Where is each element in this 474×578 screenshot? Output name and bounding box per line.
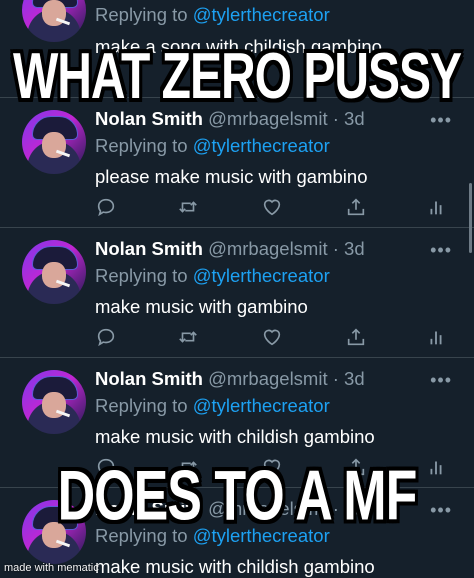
tweet-header: Nolan Smith @mrbagelsmit · 3d — [95, 368, 365, 390]
tweet-text: please make music with gambino — [95, 166, 368, 187]
display-name[interactable]: Nolan Smith — [95, 368, 203, 389]
user-handle[interactable]: @mrbagelsmit — [208, 238, 328, 259]
like-icon[interactable] — [261, 196, 283, 218]
separator: · — [327, 368, 345, 389]
replying-to-label: Replying to — [95, 4, 193, 25]
tweet-text: make music with childish gambino — [95, 426, 375, 447]
tweet-actions — [95, 196, 450, 218]
more-options-icon[interactable]: ••• — [430, 370, 452, 391]
replying-to: Replying to @tylerthecreator — [95, 4, 330, 26]
mention-link[interactable]: @tylerthecreator — [193, 135, 330, 156]
replying-to-label: Replying to — [95, 265, 193, 286]
timestamp[interactable]: 3d — [344, 238, 365, 259]
watermark: made with mematic — [4, 562, 99, 574]
replying-to-label: Replying to — [95, 395, 193, 416]
timestamp[interactable]: 3d — [344, 368, 365, 389]
analytics-icon[interactable] — [425, 196, 447, 218]
tweet-text: make music with childish gambino — [95, 556, 375, 577]
share-icon[interactable] — [345, 326, 367, 348]
avatar[interactable] — [22, 0, 86, 42]
replying-to: Replying to @tylerthecreator — [95, 265, 330, 287]
share-icon[interactable] — [345, 196, 367, 218]
avatar[interactable] — [22, 240, 86, 304]
tweet-actions — [95, 326, 450, 348]
replying-to-label: Replying to — [95, 135, 193, 156]
separator: · — [327, 238, 345, 259]
avatar[interactable] — [22, 370, 86, 434]
like-icon[interactable] — [261, 326, 283, 348]
retweet-icon[interactable] — [177, 196, 199, 218]
retweet-icon[interactable] — [177, 326, 199, 348]
meme-caption-top: WHAT ZERO PUSSY — [12, 41, 462, 113]
analytics-icon[interactable] — [425, 326, 447, 348]
tweet-header: Nolan Smith @mrbagelsmit · 3d — [95, 238, 365, 260]
more-options-icon[interactable]: ••• — [430, 240, 452, 261]
tweet-text: make music with gambino — [95, 296, 308, 317]
mention-link[interactable]: @tylerthecreator — [193, 4, 330, 25]
mention-link[interactable]: @tylerthecreator — [193, 395, 330, 416]
replying-to: Replying to @tylerthecreator — [95, 395, 330, 417]
tweet[interactable]: Nolan Smith @mrbagelsmit · 3d ••• Replyi… — [0, 98, 474, 228]
scrollbar[interactable] — [469, 183, 472, 253]
mention-link[interactable]: @tylerthecreator — [193, 265, 330, 286]
meme-caption-bottom: DOES TO A MF — [57, 457, 418, 536]
user-handle[interactable]: @mrbagelsmit — [208, 368, 328, 389]
replying-to: Replying to @tylerthecreator — [95, 135, 330, 157]
reply-icon[interactable] — [95, 196, 117, 218]
reply-icon[interactable] — [95, 326, 117, 348]
tweet[interactable]: Nolan Smith @mrbagelsmit · 3d ••• Replyi… — [0, 228, 474, 358]
display-name[interactable]: Nolan Smith — [95, 238, 203, 259]
avatar[interactable] — [22, 110, 86, 174]
